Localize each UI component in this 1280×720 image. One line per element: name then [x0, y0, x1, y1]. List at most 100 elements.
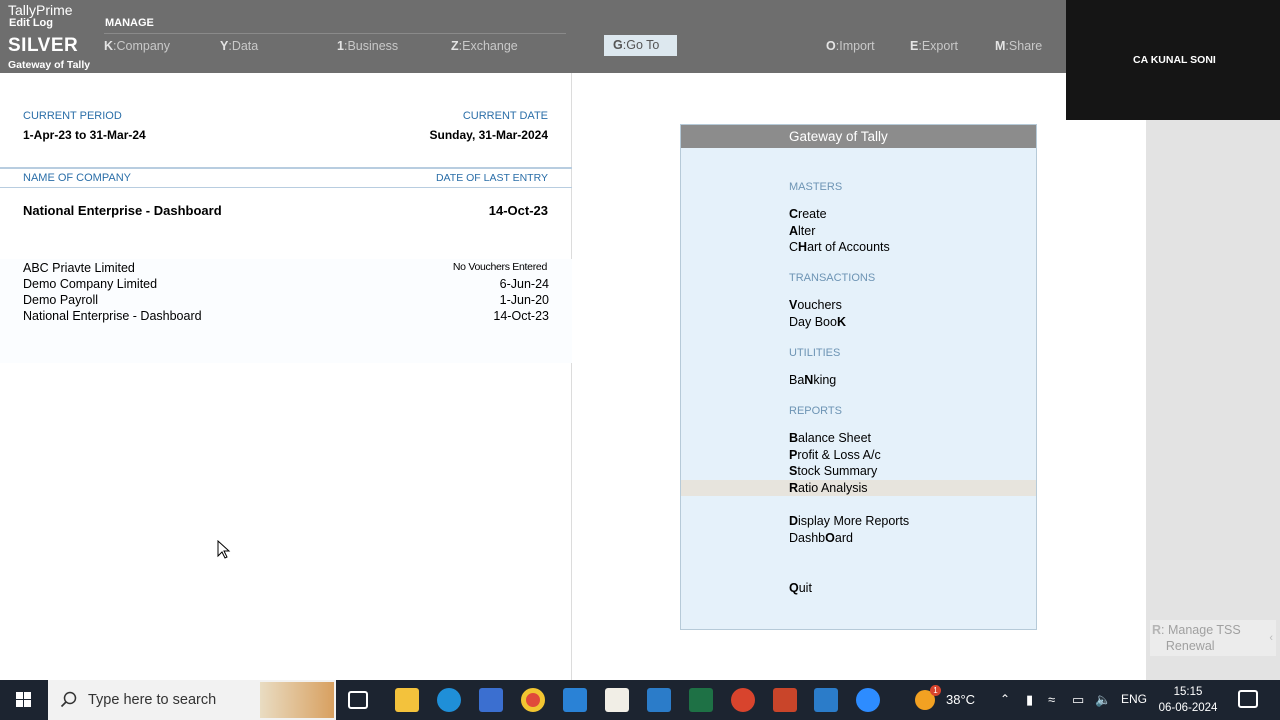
- item-text: reate: [798, 207, 827, 221]
- menu-item-day-book[interactable]: Day BooK: [789, 315, 846, 329]
- item-text: tock Summary: [797, 464, 878, 478]
- menu-item-create[interactable]: Create: [789, 207, 827, 221]
- zoom-icon[interactable]: [856, 688, 880, 712]
- menu-export[interactable]: E:Export: [910, 39, 958, 53]
- menu-company-key: K: [104, 39, 114, 53]
- current-period-value[interactable]: 1-Apr-23 to 31-Mar-24: [23, 128, 146, 142]
- company-name: Demo Company Limited: [23, 277, 158, 291]
- clock-time: 15:15: [1173, 686, 1203, 698]
- list-item[interactable]: ABC Priavte Limited No Vouchers Entered: [0, 261, 572, 277]
- powerpoint-icon[interactable]: [773, 688, 797, 712]
- chevron-left-icon: ‹: [1269, 632, 1273, 644]
- file-explorer-icon[interactable]: [395, 688, 419, 712]
- hotkey: O: [825, 531, 835, 545]
- volume-icon[interactable]: 🔈: [1095, 692, 1111, 708]
- tally-el-icon-2[interactable]: [814, 688, 838, 712]
- item-text: Ba: [789, 373, 805, 387]
- hotkey: H: [798, 240, 808, 254]
- chevron-up-icon[interactable]: ⌃: [1000, 692, 1010, 706]
- weather-icon[interactable]: 1: [915, 685, 941, 710]
- item-text: isplay More Reports: [798, 514, 910, 528]
- section-reports: REPORTS: [789, 405, 842, 417]
- menu-item-quit[interactable]: Quit: [789, 581, 812, 595]
- menu-item-dashboard[interactable]: DashbOard: [789, 531, 853, 545]
- menu-data-key: Y: [220, 39, 229, 53]
- menu-item-chart-of-accounts[interactable]: CHart of Accounts: [789, 240, 890, 254]
- notepad-icon[interactable]: [605, 688, 629, 712]
- menu-share[interactable]: M:Share: [995, 39, 1042, 53]
- weather-temperature[interactable]: 38°C: [946, 692, 975, 707]
- current-date-value[interactable]: Sunday, 31-Mar-2024: [430, 128, 549, 142]
- current-screen-label: Gateway of Tally: [8, 59, 91, 71]
- manage-tss-renewal-button[interactable]: R: Manage TSS Renewal ‹: [1150, 620, 1276, 656]
- item-text: ard: [834, 531, 853, 545]
- wifi-icon[interactable]: ≈: [1048, 692, 1055, 707]
- menu-item-vouchers[interactable]: Vouchers: [789, 298, 842, 312]
- taskbar-search-box[interactable]: Type here to search: [48, 680, 336, 720]
- search-placeholder: Type here to search: [88, 692, 217, 708]
- list-item[interactable]: Demo Payroll 1-Jun-20: [0, 293, 572, 309]
- search-icon: [60, 691, 77, 708]
- top-bar: TallyPrime Edit Log SILVER Gateway of Ta…: [0, 0, 1066, 73]
- list-item[interactable]: National Enterprise - Dashboard 14-Oct-2…: [0, 309, 572, 325]
- list-item[interactable]: Demo Company Limited 6-Jun-24: [0, 277, 572, 293]
- menu-business[interactable]: 1:Business: [337, 39, 398, 53]
- menu-exchange[interactable]: Z:Exchange: [451, 39, 518, 53]
- menu-export-label: Export: [921, 39, 958, 53]
- item-text: rofit & Loss A/c: [797, 448, 881, 462]
- battery-icon[interactable]: ▭: [1072, 692, 1084, 708]
- hotkey: N: [804, 373, 814, 387]
- action-center-icon[interactable]: [1238, 690, 1258, 708]
- menu-exchange-key: Z: [451, 39, 459, 53]
- menu-share-label: Share: [1008, 39, 1043, 53]
- menu-company[interactable]: K:Company: [104, 39, 170, 53]
- hotkey: R: [789, 481, 799, 495]
- goto-button[interactable]: G:Go To: [604, 35, 677, 56]
- mail-icon[interactable]: [563, 688, 587, 712]
- menu-item-display-more-reports[interactable]: Display More Reports: [789, 514, 909, 528]
- microphone-icon[interactable]: ▮: [1026, 692, 1033, 708]
- task-view-icon[interactable]: [348, 691, 368, 709]
- goto-key: G: [613, 38, 623, 52]
- menu-item-stock-summary[interactable]: Stock Summary: [789, 464, 877, 478]
- menu-item-alter[interactable]: Alter: [789, 224, 815, 238]
- section-masters: MASTERS: [789, 181, 843, 193]
- company-last-entry: 14-Oct-23: [493, 309, 549, 323]
- chrome-icon[interactable]: [521, 688, 545, 712]
- hotkey: D: [789, 514, 799, 528]
- item-text: Day Boo: [789, 315, 837, 329]
- company-name-header: NAME OF COMPANY: [23, 172, 131, 184]
- hotkey: Q: [789, 581, 799, 595]
- hotkey: C: [789, 207, 799, 221]
- menu-exchange-label: Exchange: [462, 39, 518, 53]
- gateway-title: Gateway of Tally: [681, 125, 1036, 148]
- menu-data[interactable]: Y:Data: [220, 39, 258, 53]
- store-icon[interactable]: [479, 688, 503, 712]
- menu-import[interactable]: O:Import: [826, 39, 875, 53]
- tally-el-icon[interactable]: [647, 688, 671, 712]
- menu-export-key: E: [910, 39, 919, 53]
- right-button-bar: [1146, 120, 1280, 680]
- edge-browser-icon[interactable]: [437, 688, 461, 712]
- menu-share-key: M: [995, 39, 1006, 53]
- menu-item-balance-sheet[interactable]: Balance Sheet: [789, 431, 871, 445]
- start-button[interactable]: [0, 680, 48, 720]
- clock[interactable]: 15:15 06-06-2024: [1155, 684, 1221, 716]
- company-info-panel: CURRENT PERIOD 1-Apr-23 to 31-Mar-24 CUR…: [0, 73, 572, 680]
- menu-company-label: Company: [116, 39, 171, 53]
- chrome-profile-icon[interactable]: [731, 688, 755, 712]
- menu-item-banking[interactable]: BaNking: [789, 373, 836, 387]
- gateway-menu-panel: Gateway of Tally MASTERS Create Alter CH…: [680, 124, 1037, 630]
- company-last-entry: No Vouchers Entered: [452, 261, 547, 273]
- menu-item-ratio-analysis[interactable]: Ratio Analysis: [789, 481, 868, 495]
- hotkey: K: [836, 315, 846, 329]
- menu-business-label: Business: [347, 39, 399, 53]
- item-text: ouchers: [797, 298, 842, 312]
- edit-log-link[interactable]: Edit Log: [9, 17, 53, 29]
- language-indicator[interactable]: ENG: [1121, 692, 1147, 706]
- excel-icon[interactable]: [689, 688, 713, 712]
- menu-item-profit-loss[interactable]: Profit & Loss A/c: [789, 448, 881, 462]
- active-company-name[interactable]: National Enterprise - Dashboard: [23, 203, 222, 218]
- clock-date: 06-06-2024: [1158, 702, 1218, 714]
- section-transactions: TRANSACTIONS: [789, 272, 876, 284]
